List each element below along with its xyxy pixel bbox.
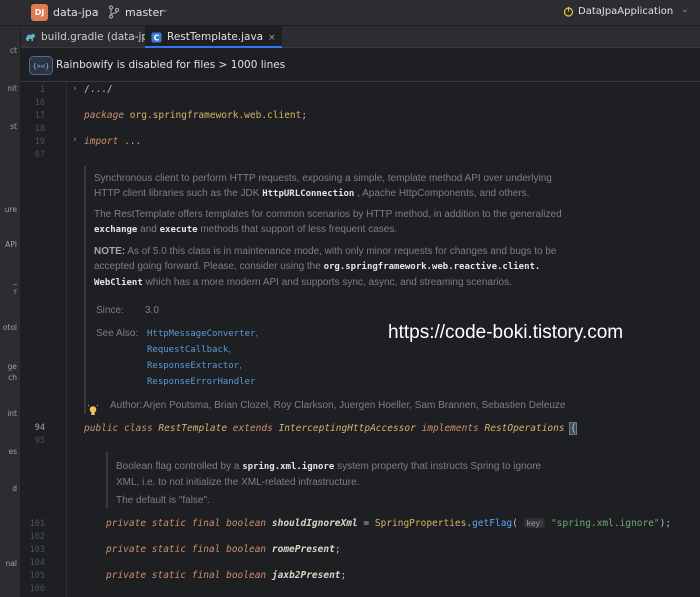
since-value: 3.0 bbox=[145, 305, 159, 316]
gradle-icon bbox=[26, 33, 35, 41]
parameter-hint: key: bbox=[523, 518, 546, 528]
run-config-icon[interactable] bbox=[563, 6, 574, 17]
chevron-down-icon[interactable]: ⌄ bbox=[161, 5, 169, 15]
line-number: 16 bbox=[34, 98, 45, 108]
main-toolbar: DJ data-jpa ⌄ master ⌄ DataJpaApplicatio… bbox=[0, 0, 700, 26]
author-label: Author: bbox=[110, 400, 143, 411]
java-file-icon: C bbox=[151, 32, 162, 42]
lightbulb-icon[interactable] bbox=[88, 405, 98, 417]
keyword: import bbox=[84, 136, 119, 147]
line-number: 103 bbox=[29, 545, 45, 555]
line-number: 1 bbox=[39, 85, 45, 95]
line-number: 101 bbox=[29, 519, 45, 529]
chevron-down-icon[interactable]: ⌄ bbox=[681, 5, 689, 15]
chevron-down-icon[interactable]: ⌄ bbox=[92, 5, 100, 15]
line-number: 67 bbox=[34, 150, 45, 160]
doc-line: The default is "false". bbox=[116, 495, 210, 506]
folded-imports[interactable]: ... bbox=[124, 136, 141, 147]
panel-fragment[interactable]: _ bbox=[13, 276, 17, 285]
tab-label: build.gradle (data-jpa) bbox=[41, 31, 159, 43]
notice-text: Rainbowify is disabled for files > 1000 … bbox=[56, 59, 286, 71]
fold-expand-icon[interactable]: › bbox=[73, 135, 77, 145]
line-number-current: 94 bbox=[34, 423, 45, 433]
tab-rest-template[interactable]: C RestTemplate.java × bbox=[145, 26, 282, 48]
panel-fragment[interactable]: st bbox=[10, 122, 17, 131]
code-line-field-rome-present[interactable]: private static final boolean romePresent… bbox=[106, 544, 341, 555]
rainbowify-notice: {><} Rainbowify is disabled for files > … bbox=[21, 49, 700, 82]
panel-fragment[interactable]: ure bbox=[5, 205, 17, 214]
panel-fragment[interactable]: ch bbox=[8, 373, 17, 382]
project-badge[interactable]: DJ bbox=[31, 4, 48, 21]
line-number: 102 bbox=[29, 532, 45, 542]
svg-text:{><}: {><} bbox=[33, 63, 50, 71]
panel-fragment[interactable]: ge bbox=[8, 362, 17, 371]
folded-comment[interactable]: /.../ bbox=[84, 84, 113, 95]
panel-fragment[interactable]: int bbox=[7, 409, 17, 418]
doc-border bbox=[106, 452, 108, 508]
package-name: org.springframework.web.client bbox=[129, 110, 302, 121]
line-number: 105 bbox=[29, 571, 45, 581]
semicolon: ; bbox=[301, 110, 308, 121]
gutter-separator bbox=[66, 82, 67, 597]
javadoc-class: Synchronous client to perform HTTP reque… bbox=[94, 171, 562, 291]
code-line-field-should-ignore-xml[interactable]: private static final boolean shouldIgnor… bbox=[106, 518, 671, 529]
doc-line: Boolean flag controlled by a spring.xml.… bbox=[116, 461, 542, 472]
doc-line: XML, i.e. to not initialize the XML-rela… bbox=[116, 477, 360, 488]
doc-line: accepted going forward. Please, consider… bbox=[94, 261, 541, 272]
code-line-imports[interactable]: import ... bbox=[84, 136, 141, 147]
interface-name[interactable]: RestOperations bbox=[485, 423, 565, 434]
see-also-item[interactable]: ResponseExtractor, bbox=[147, 358, 242, 374]
doc-line: Synchronous client to perform HTTP reque… bbox=[94, 173, 552, 184]
keyword: package bbox=[84, 110, 125, 121]
branch-name[interactable]: master bbox=[125, 6, 164, 19]
doc-line: exchange and execute methods that suppor… bbox=[94, 224, 398, 235]
editor-tab-bar: build.gradle (data-jpa) C RestTemplate.j… bbox=[21, 26, 700, 48]
line-number: 19 bbox=[34, 137, 45, 147]
run-config-name[interactable]: DataJpaApplication bbox=[578, 6, 673, 17]
author-list: Arjen Poutsma, Brian Clozel, Roy Clarkso… bbox=[143, 400, 566, 411]
see-also-label: See Also: bbox=[96, 328, 139, 339]
rainbowify-icon: {><} bbox=[29, 56, 53, 75]
see-also-item[interactable]: HttpMessageConverter, bbox=[147, 326, 258, 342]
blog-watermark: https://code-boki.tistory.com bbox=[382, 320, 630, 346]
code-line-class-decl[interactable]: public class RestTemplate extends Interc… bbox=[84, 422, 578, 435]
line-number: 106 bbox=[29, 584, 45, 594]
panel-fragment[interactable]: otol bbox=[3, 323, 17, 332]
svg-text:C: C bbox=[154, 33, 160, 42]
superclass-name[interactable]: InterceptingHttpAccessor bbox=[279, 423, 416, 434]
git-branch-icon[interactable] bbox=[108, 5, 120, 19]
doc-line: HTTP client libraries such as the JDK Ht… bbox=[94, 188, 530, 199]
panel-fragment[interactable]: ct bbox=[10, 46, 17, 55]
doc-line: WebClient which has a more modern API an… bbox=[94, 277, 512, 288]
line-number: 104 bbox=[29, 558, 45, 568]
project-tool-window: ct nit st ure API _ r otol ge ch int es … bbox=[0, 26, 21, 597]
close-icon[interactable]: × bbox=[268, 33, 276, 43]
since-label: Since: bbox=[96, 305, 124, 316]
tab-label: RestTemplate.java bbox=[167, 31, 264, 43]
code-line-header-fold[interactable]: /.../ bbox=[84, 84, 113, 95]
javadoc-field: Boolean flag controlled by a spring.xml.… bbox=[116, 459, 541, 508]
line-number: 17 bbox=[34, 111, 45, 121]
see-also-item[interactable]: RequestCallback, bbox=[147, 342, 231, 358]
code-line-field-jaxb2-present[interactable]: private static final boolean jaxb2Presen… bbox=[106, 570, 346, 581]
panel-fragment[interactable]: d bbox=[12, 484, 17, 493]
panel-fragment[interactable]: nal bbox=[6, 559, 17, 568]
see-also-item[interactable]: ResponseErrorHandler bbox=[147, 374, 255, 390]
panel-fragment[interactable]: API bbox=[5, 240, 17, 249]
line-number: 95 bbox=[34, 436, 45, 446]
panel-fragment[interactable]: nit bbox=[7, 84, 17, 93]
class-name[interactable]: RestTemplate bbox=[158, 423, 227, 434]
doc-border bbox=[84, 166, 86, 414]
brace-match: { bbox=[569, 422, 578, 435]
doc-line: NOTE: As of 5.0 this class is in mainten… bbox=[94, 246, 557, 257]
doc-line: The RestTemplate offers templates for co… bbox=[94, 209, 562, 220]
panel-fragment[interactable]: r bbox=[14, 287, 17, 296]
code-line-package[interactable]: package org.springframework.web.client; bbox=[84, 110, 307, 121]
fold-expand-icon[interactable]: › bbox=[73, 84, 77, 94]
panel-fragment[interactable]: es bbox=[8, 447, 17, 456]
line-number: 18 bbox=[34, 124, 45, 134]
